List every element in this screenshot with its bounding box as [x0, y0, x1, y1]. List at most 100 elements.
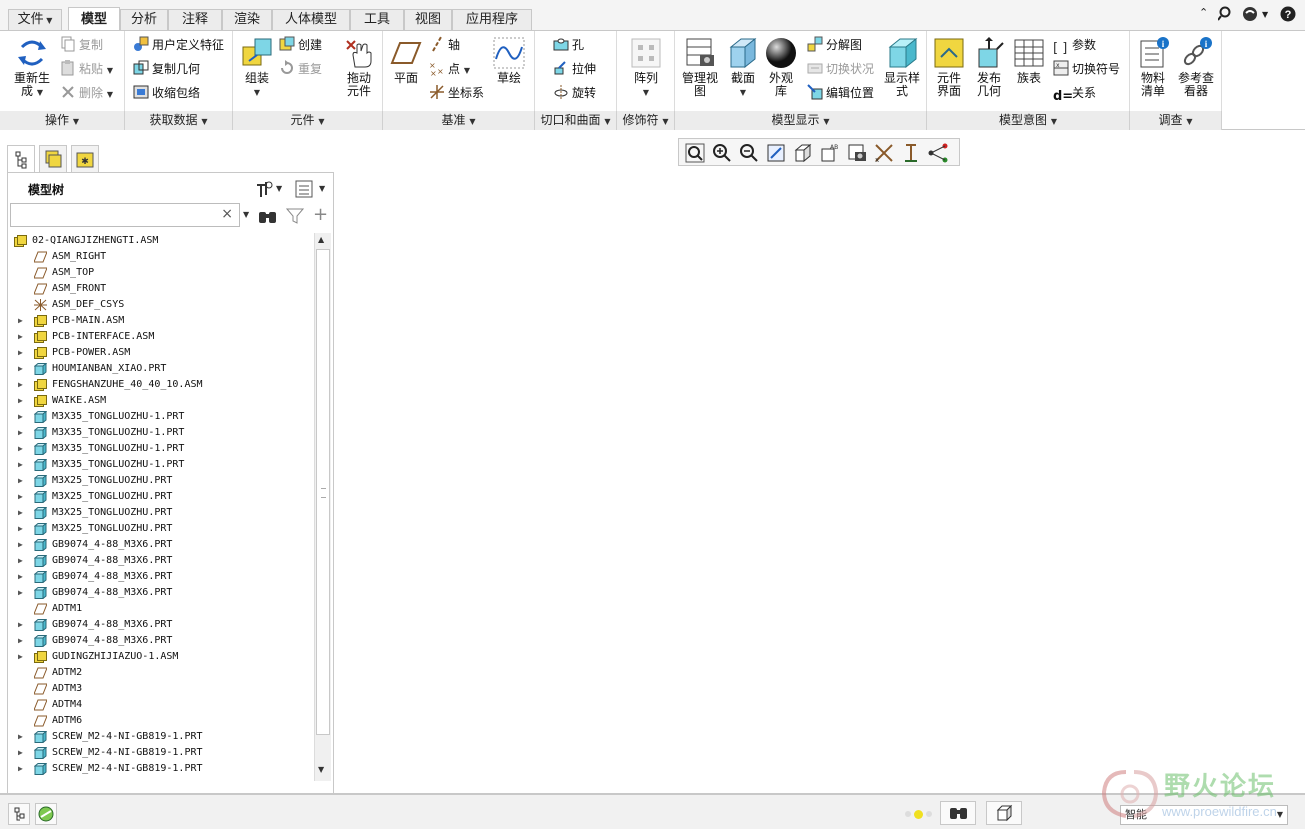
tree-row[interactable]: ▶ HOUMIANBAN_XIAO.PRT — [8, 361, 314, 377]
tab-annotate[interactable]: 注释 — [168, 9, 222, 30]
show-browser-icon[interactable] — [35, 803, 57, 825]
manage-views-button[interactable]: 管理视图 — [679, 37, 721, 98]
section-button[interactable]: 截面 ▼ — [725, 37, 761, 99]
shrinkwrap-button[interactable]: 收缩包络 — [133, 83, 200, 103]
search-icon[interactable] — [1217, 6, 1234, 26]
copy-geometry-button[interactable]: 复制几何 — [133, 59, 200, 79]
delete-button[interactable]: 删除 ▼ — [60, 83, 113, 103]
tree-row[interactable]: ▶ M3X25_TONGLUOZHU.PRT — [8, 521, 314, 537]
bom-button[interactable]: i 物料清单 — [1134, 37, 1172, 98]
tree-search-input[interactable]: × — [10, 203, 240, 227]
paste-button[interactable]: 粘贴 ▼ — [60, 59, 113, 79]
tab-model[interactable]: 模型 — [68, 7, 120, 31]
csys-button[interactable]: 坐标系 — [429, 83, 484, 103]
expand-arrow-icon[interactable]: ▶ — [18, 457, 23, 473]
tab-analysis[interactable]: 分析 — [120, 9, 168, 30]
scroll-down-icon[interactable]: ▼ — [318, 765, 324, 774]
binoculars-icon[interactable] — [258, 207, 278, 228]
group-label-display[interactable]: 模型显示 ▼ — [675, 111, 927, 130]
expand-arrow-icon[interactable]: ▶ — [18, 649, 23, 665]
copy-button[interactable]: 复制 — [60, 35, 103, 55]
filter-icon[interactable] — [285, 207, 305, 228]
expand-arrow-icon[interactable]: ▶ — [18, 633, 23, 649]
tree-row[interactable]: ▶ M3X35_TONGLUOZHU-1.PRT — [8, 441, 314, 457]
family-table-button[interactable]: 族表 — [1011, 37, 1047, 85]
tree-row[interactable]: ▶ GB9074_4-88_M3X6.PRT — [8, 585, 314, 601]
edit-position-button[interactable]: 编辑位置 — [807, 83, 874, 103]
display-style-toolbar-icon[interactable] — [792, 142, 814, 164]
tree-row[interactable]: ▶ WAIKE.ASM — [8, 393, 314, 409]
expand-arrow-icon[interactable]: ▶ — [18, 425, 23, 441]
tree-row[interactable]: ADTM6 — [8, 713, 314, 729]
group-label-datum[interactable]: 基准 ▼ — [383, 111, 535, 130]
tab-render[interactable]: 渲染 — [222, 9, 272, 30]
zoom-out-icon[interactable] — [738, 142, 760, 164]
selection-mode-icon[interactable] — [986, 801, 1022, 825]
reference-viewer-button[interactable]: i 参考查看器 — [1174, 37, 1218, 98]
tree-row[interactable]: ▶ GB9074_4-88_M3X6.PRT — [8, 537, 314, 553]
tab-view[interactable]: 视图 — [404, 9, 452, 30]
switch-symbols-button[interactable]: x 切换符号 — [1053, 59, 1120, 79]
tree-settings-icon[interactable]: ▼ — [254, 179, 284, 202]
component-interface-button[interactable]: 元件界面 — [931, 37, 967, 98]
tree-row[interactable]: ▶ GB9074_4-88_M3X6.PRT — [8, 569, 314, 585]
group-label-component[interactable]: 元件 ▼ — [233, 111, 383, 130]
group-label-investigate[interactable]: 调查 ▼ — [1130, 111, 1222, 130]
regenerate-button[interactable]: 重新生成 ▼ — [10, 37, 54, 99]
tree-row[interactable]: ASM_FRONT — [8, 281, 314, 297]
clear-search-icon[interactable]: × — [221, 206, 233, 222]
expand-arrow-icon[interactable]: ▶ — [18, 377, 23, 393]
point-button[interactable]: × × × 点 ▼ — [429, 59, 470, 79]
layers-tab[interactable] — [39, 145, 67, 173]
axis-button[interactable]: 轴 — [429, 35, 460, 55]
expand-arrow-icon[interactable]: ▶ — [18, 441, 23, 457]
group-label-intent[interactable]: 模型意图 ▼ — [927, 111, 1130, 130]
repeat-button[interactable]: 重复 — [279, 59, 322, 79]
expand-arrow-icon[interactable]: ▶ — [18, 585, 23, 601]
tree-row[interactable]: ▶ PCB-MAIN.ASM — [8, 313, 314, 329]
tree-row[interactable]: ▶ SCREW_M2-4-NI-GB819-1.PRT — [8, 761, 314, 777]
tab-file[interactable]: 文件 ▼ — [8, 9, 62, 30]
spin-center-icon[interactable] — [900, 142, 922, 164]
exploded-view-button[interactable]: 分解图 — [807, 35, 862, 55]
search-dropdown-icon[interactable]: ▼ — [243, 210, 249, 219]
chevron-down-icon[interactable]: ▼ — [1262, 10, 1268, 19]
expand-arrow-icon[interactable]: ▶ — [18, 553, 23, 569]
assemble-button[interactable]: 组装 ▼ — [237, 37, 277, 99]
tab-applications[interactable]: 应用程序 — [452, 9, 532, 30]
appearance-gallery-button[interactable]: 外观库 — [763, 37, 799, 98]
show-navigator-icon[interactable] — [8, 803, 30, 825]
expand-arrow-icon[interactable]: ▶ — [18, 729, 23, 745]
tree-row[interactable]: ASM_DEF_CSYS — [8, 297, 314, 313]
group-label-modifiers[interactable]: 修饰符 ▼ — [617, 111, 675, 130]
expand-arrow-icon[interactable]: ▶ — [18, 361, 23, 377]
tree-row[interactable]: ▶ M3X25_TONGLUOZHU.PRT — [8, 489, 314, 505]
tree-row[interactable]: ADTM1 — [8, 601, 314, 617]
tree-row[interactable]: ▶ SCREW_M2-4-NI-GB819-1.PRT — [8, 729, 314, 745]
tree-row[interactable]: ▶ GB9074_4-88_M3X6.PRT — [8, 633, 314, 649]
annotation-display-icon[interactable] — [927, 142, 949, 164]
view-manager-icon[interactable] — [846, 142, 868, 164]
tree-row[interactable]: ADTM3 — [8, 681, 314, 697]
expand-arrow-icon[interactable]: ▶ — [18, 473, 23, 489]
tree-row[interactable]: ▶ GB9074_4-88_M3X6.PRT — [8, 553, 314, 569]
tree-row[interactable]: ▶ SCREW_M2-4-NI-GB819-1.PRT — [8, 745, 314, 761]
tree-row[interactable]: ▶ PCB-INTERFACE.ASM — [8, 329, 314, 345]
add-icon[interactable]: + — [313, 206, 328, 224]
tree-row[interactable]: ASM_TOP — [8, 265, 314, 281]
tab-tools[interactable]: 工具 — [350, 9, 404, 30]
parameters-button[interactable]: [ ] 参数 — [1053, 35, 1096, 56]
scrollbar-thumb[interactable] — [316, 249, 330, 735]
tree-row[interactable]: ▶ M3X35_TONGLUOZHU-1.PRT — [8, 425, 314, 441]
tree-row[interactable]: ADTM2 — [8, 665, 314, 681]
pattern-button[interactable]: 阵列 ▼ — [627, 37, 665, 99]
model-tree-tab[interactable] — [7, 145, 35, 173]
saved-orientations-icon[interactable]: AB — [819, 142, 841, 164]
expand-arrow-icon[interactable]: ▶ — [18, 329, 23, 345]
hole-button[interactable]: 孔 — [553, 35, 584, 55]
tree-row[interactable]: ▶ PCB-POWER.ASM — [8, 345, 314, 361]
display-style-button[interactable]: 显示样式 — [881, 37, 923, 98]
repaint-icon[interactable] — [765, 142, 787, 164]
tree-row[interactable]: ▶ M3X35_TONGLUOZHU-1.PRT — [8, 457, 314, 473]
tree-row[interactable]: ▶ GB9074_4-88_M3X6.PRT — [8, 617, 314, 633]
